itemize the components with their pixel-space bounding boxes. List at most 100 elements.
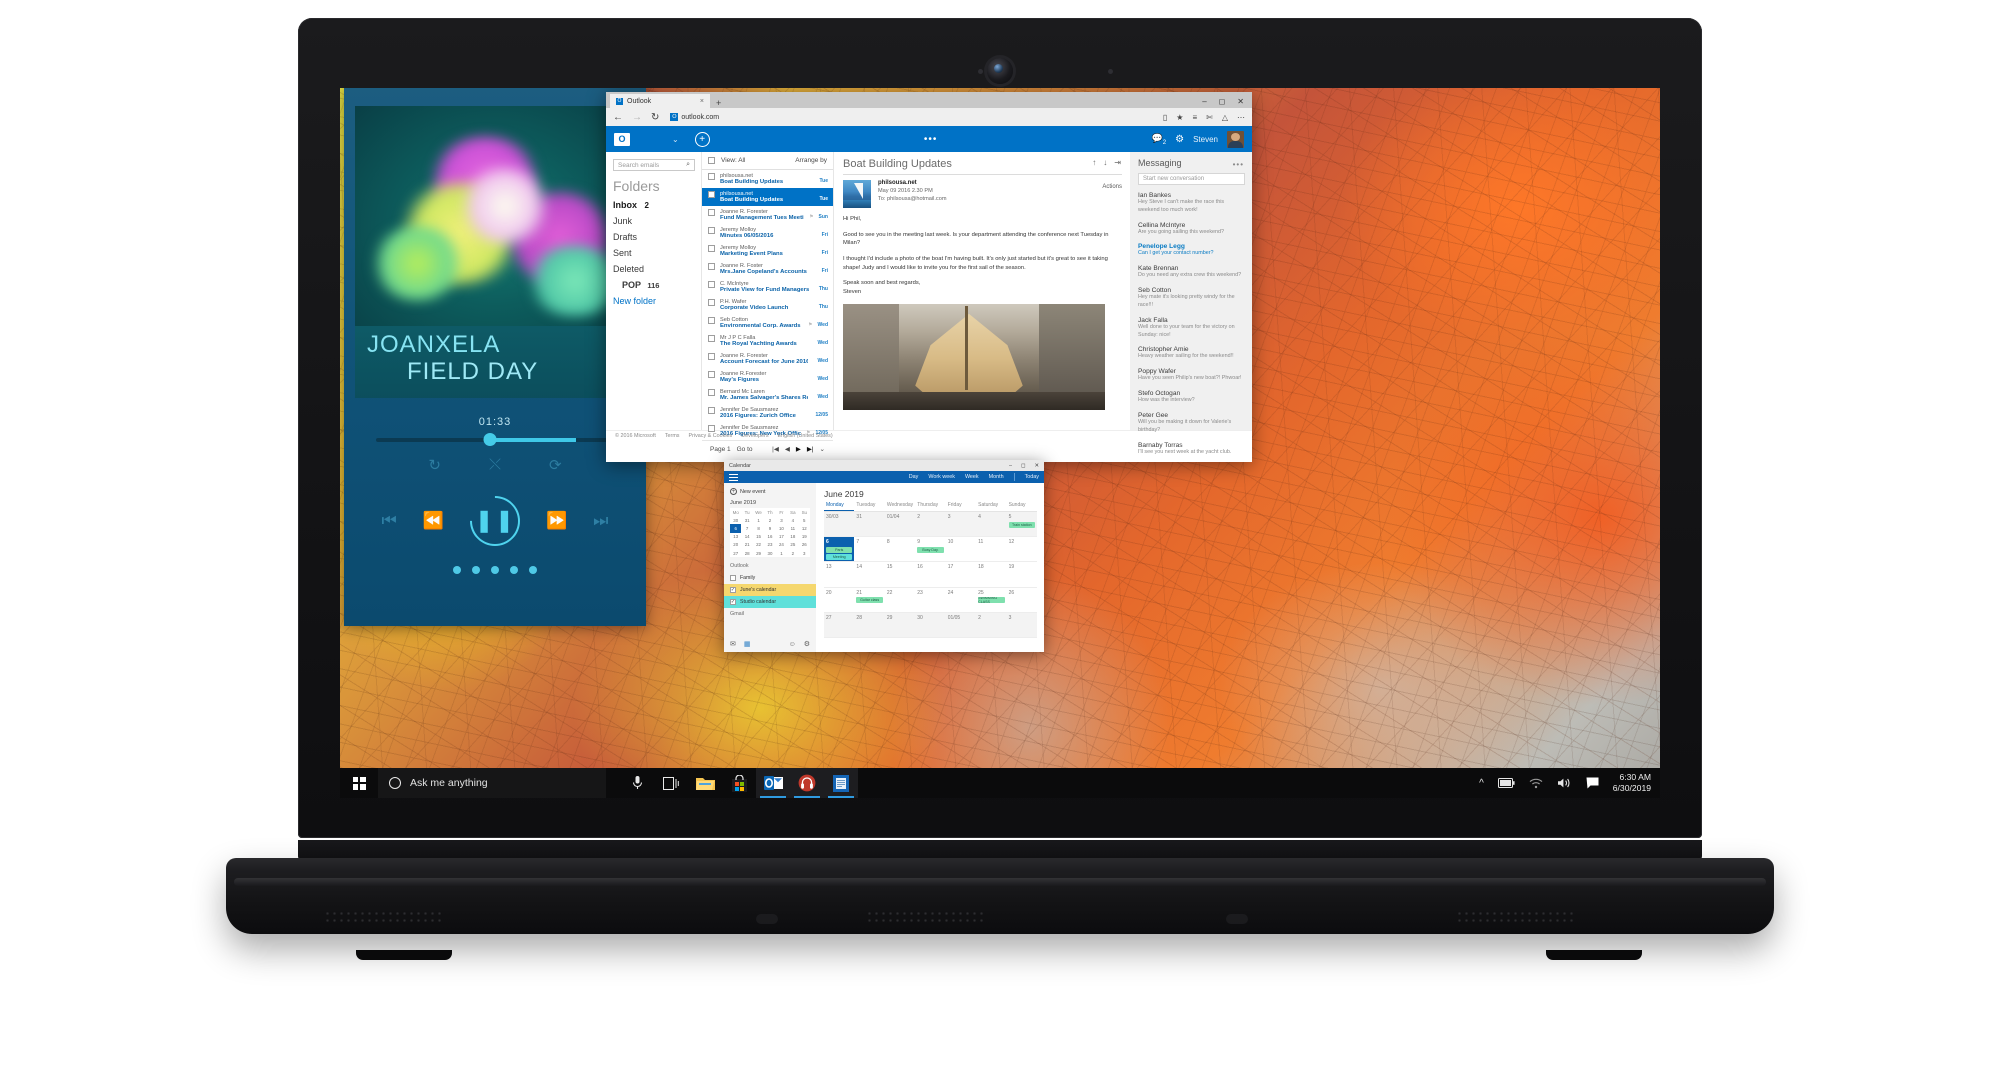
calendar-day-cell[interactable]: 4: [976, 512, 1006, 536]
folder-item-sent[interactable]: Sent: [613, 248, 695, 258]
goto-page-button[interactable]: Go to: [737, 446, 753, 453]
conversation-item[interactable]: Cellina McIntyre Are you going sailing th…: [1138, 222, 1245, 237]
calendar-day-cell[interactable]: 6 Paris Meeting: [824, 537, 855, 562]
flag-icon[interactable]: ⚑: [808, 317, 812, 328]
calendar-day-cell[interactable]: 11: [976, 537, 1006, 561]
calendar-day-cell[interactable]: 10: [946, 537, 976, 561]
checkbox[interactable]: ✓: [730, 599, 736, 606]
language-link[interactable]: English (United States): [778, 433, 833, 439]
folder-item-inbox[interactable]: Inbox 2: [613, 200, 695, 210]
page-dots[interactable]: [344, 566, 646, 574]
message-checkbox[interactable]: [708, 263, 715, 270]
calendar-event[interactable]: Guitar class: [856, 597, 883, 604]
conversation-item[interactable]: Peter Gee Will you be making it down for …: [1138, 412, 1245, 435]
mini-calendar-day[interactable]: 13: [730, 533, 741, 541]
message-list-item[interactable]: Jeremy Molloy Marketing Event Plans Fri: [702, 242, 833, 260]
shuffle-icon[interactable]: ⤬: [489, 456, 501, 474]
mini-calendar-day[interactable]: 2: [764, 516, 775, 524]
mini-calendar-day[interactable]: 1: [753, 516, 764, 524]
calendar-day-cell[interactable]: 01/05: [946, 613, 976, 637]
mini-calendar-day[interactable]: 30: [764, 549, 775, 557]
actions-menu[interactable]: Actions: [1102, 184, 1122, 190]
flag-icon[interactable]: ⚑: [809, 209, 813, 220]
checkbox[interactable]: [730, 575, 736, 582]
calendar-window[interactable]: Calendar – ◻ ✕ Day Work week Week Month …: [724, 460, 1044, 652]
prev-page-icon[interactable]: ◀: [785, 445, 790, 453]
mini-calendar-day[interactable]: 17: [776, 533, 787, 541]
calendar-day-cell[interactable]: 2: [976, 613, 1006, 637]
repeat-one-icon[interactable]: ↻: [428, 456, 441, 474]
message-checkbox[interactable]: [708, 317, 715, 324]
mini-calendar-day[interactable]: 1: [776, 549, 787, 557]
back-icon[interactable]: ←: [613, 112, 623, 123]
calendar-event[interactable]: Train station: [1008, 521, 1035, 528]
message-list-item[interactable]: Jeremy Molloy Minutes 06/05/2016 Fri: [702, 224, 833, 242]
conversation-item[interactable]: Christopher Amie Heavy weather sailing fo…: [1138, 346, 1245, 361]
new-folder-button[interactable]: New folder: [613, 296, 695, 306]
clock[interactable]: 6:30 AM 6/30/2019: [1613, 772, 1651, 793]
chevron-down-icon[interactable]: ⌄: [672, 135, 679, 144]
mini-calendar-day[interactable]: 3: [776, 516, 787, 524]
first-page-icon[interactable]: |◀: [772, 445, 779, 453]
feedback-icon[interactable]: ☺: [789, 641, 796, 648]
hub-icon[interactable]: ≡: [1192, 113, 1197, 122]
view-month[interactable]: Month: [989, 474, 1004, 480]
favorite-icon[interactable]: ★: [1176, 113, 1183, 122]
view-work-week[interactable]: Work week: [928, 474, 955, 480]
message-list-item[interactable]: Joanne R. Foster Mrs.Jane Copeland's Acco…: [702, 260, 833, 278]
calendar-weekday[interactable]: Tuesday: [854, 502, 884, 511]
maximize-button[interactable]: ◻: [1021, 463, 1025, 469]
mini-calendar-day[interactable]: 31: [741, 516, 752, 524]
calendar-event[interactable]: Paris: [826, 546, 853, 553]
chevron-down-icon[interactable]: ⌄: [820, 445, 825, 453]
message-checkbox[interactable]: [708, 425, 715, 432]
new-mail-button[interactable]: +: [694, 131, 710, 147]
message-checkbox[interactable]: [708, 389, 715, 396]
conversation-item[interactable]: Poppy Wafer Have you seen Philip's new bo…: [1138, 368, 1245, 383]
mini-calendar-day[interactable]: 25: [787, 541, 798, 549]
calendar-day-cell[interactable]: 29: [885, 613, 915, 637]
message-list-item[interactable]: Bernard Mc Laren Mr. James Salvager's Sha…: [702, 386, 833, 404]
messaging-overflow-icon[interactable]: •••: [1233, 160, 1244, 169]
edge-browser-window[interactable]: O Outlook × + – ◻ ✕ ← → ↻ O outlook.com: [606, 92, 1252, 462]
next-track-icon[interactable]: ⏭: [593, 511, 608, 531]
calendar-day-cell[interactable]: 15: [885, 562, 915, 586]
fast-forward-icon[interactable]: ⏩: [546, 511, 567, 531]
refresh-icon[interactable]: ↻: [651, 112, 659, 123]
calendar-day-cell[interactable]: 16: [915, 562, 945, 586]
calendar-day-cell[interactable]: 27: [824, 613, 854, 637]
page-dot[interactable]: [453, 566, 461, 574]
mini-calendar-day[interactable]: 10: [776, 524, 787, 532]
mini-calendar-day[interactable]: 7: [741, 524, 752, 532]
calendar-icon[interactable]: ▦: [744, 640, 751, 648]
calendar-month-grid[interactable]: 30/03 31 01/04 2 3 4 5 Train station 6 Paris Meeti…: [824, 512, 1037, 638]
message-checkbox[interactable]: [708, 209, 715, 216]
calendar-day-cell[interactable]: 3: [1007, 613, 1037, 637]
calendar-day-cell[interactable]: 13: [824, 562, 854, 586]
reading-view-icon[interactable]: ▯: [1163, 113, 1167, 122]
calendar-day-cell[interactable]: 7: [854, 537, 884, 561]
close-icon[interactable]: ×: [700, 98, 704, 105]
view-week[interactable]: Week: [965, 474, 979, 480]
gear-icon[interactable]: ⚙: [1175, 134, 1184, 145]
calendar-weekday[interactable]: Sunday: [1007, 502, 1037, 511]
address-bar[interactable]: O outlook.com: [670, 113, 719, 121]
maximize-button[interactable]: ◻: [1219, 97, 1226, 106]
rewind-icon[interactable]: ⏪: [423, 511, 444, 531]
repeat-icon[interactable]: ⟳: [549, 456, 562, 474]
conversation-item[interactable]: Ian Bankes Hey Steve I can't make the rac…: [1138, 192, 1245, 215]
search-icon[interactable]: ⌕: [686, 161, 690, 169]
taskbar-app-music[interactable]: [790, 768, 824, 798]
calendar-weekday[interactable]: Saturday: [976, 502, 1006, 511]
message-list-item[interactable]: Joanne R. Forester Account Forecast for J…: [702, 350, 833, 368]
task-view-icon[interactable]: [654, 768, 688, 798]
conversation-item[interactable]: Stefo Octogan How was the interview?: [1138, 390, 1245, 405]
previous-track-icon[interactable]: ⏮: [382, 511, 397, 531]
calendar-day-cell[interactable]: 01/04: [885, 512, 915, 536]
conversation-item[interactable]: Seb Cotton Hey mate it's looking pretty w…: [1138, 287, 1245, 310]
folder-item-pop[interactable]: POP 116: [622, 280, 695, 290]
calendar-day-cell[interactable]: 23: [915, 588, 945, 612]
calendar-day-cell[interactable]: 30/03: [824, 512, 854, 536]
mini-calendar-day[interactable]: 21: [741, 541, 752, 549]
message-checkbox[interactable]: [708, 191, 715, 198]
